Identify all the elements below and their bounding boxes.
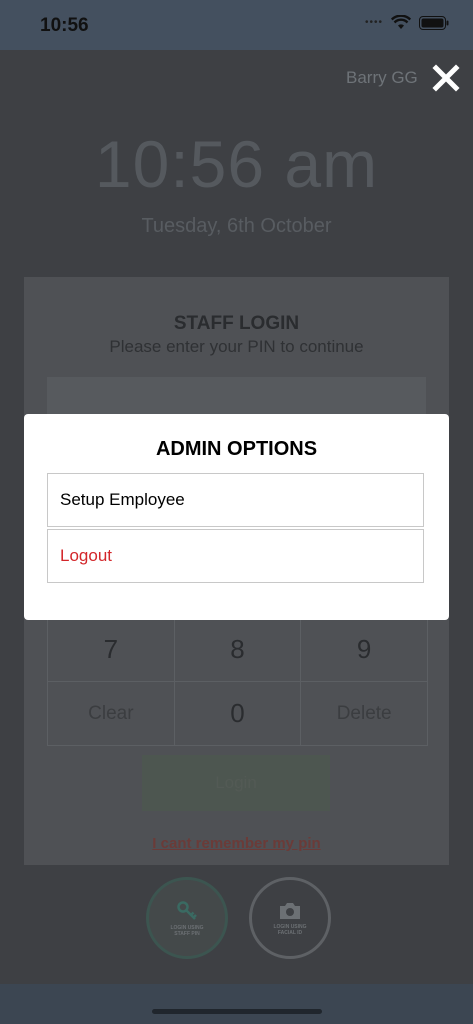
clock-date: Tuesday, 6th October xyxy=(141,215,332,237)
battery-icon xyxy=(419,15,449,30)
status-icons: •••• xyxy=(365,15,449,30)
clock-time: 10:56 am xyxy=(94,127,379,201)
status-time: 10:56 xyxy=(40,15,89,36)
camera-icon xyxy=(280,902,300,919)
login-subtitle: Please enter your PIN to continue xyxy=(109,337,364,356)
setup-employee-option[interactable]: Setup Employee xyxy=(47,473,424,527)
admin-options-modal: ADMIN OPTIONS Setup Employee Logout xyxy=(24,414,449,620)
pin-mode-label: LOGIN USING STAFF PIN xyxy=(170,924,204,937)
bottom-bar xyxy=(0,984,473,1024)
key-9[interactable]: 9 xyxy=(301,618,428,682)
key-icon xyxy=(177,900,197,920)
forgot-pin-link[interactable]: I cant remember my pin xyxy=(24,835,449,852)
keypad: 7 8 9 Clear 0 Delete xyxy=(47,617,428,746)
key-clear[interactable]: Clear xyxy=(48,682,175,746)
key-8[interactable]: 8 xyxy=(174,618,302,682)
face-mode-label: LOGIN USING FACIAL ID xyxy=(273,923,307,936)
login-button[interactable]: Login xyxy=(142,755,330,811)
close-icon[interactable] xyxy=(430,62,462,94)
modal-title: ADMIN OPTIONS xyxy=(155,438,318,460)
key-delete[interactable]: Delete xyxy=(301,682,428,746)
pin-input[interactable] xyxy=(47,377,426,417)
key-7[interactable]: 7 xyxy=(48,618,175,682)
wifi-icon xyxy=(391,15,411,29)
key-0[interactable]: 0 xyxy=(174,682,302,746)
signal-icon: •••• xyxy=(364,17,383,28)
user-name: Barry GG xyxy=(346,68,418,87)
home-indicator xyxy=(152,1009,322,1014)
login-title: STAFF LOGIN xyxy=(173,313,300,334)
login-face-mode-button[interactable]: LOGIN USING FACIAL ID xyxy=(249,877,331,959)
status-bar: 10:56 •••• xyxy=(0,0,473,50)
logout-option[interactable]: Logout xyxy=(47,529,424,583)
login-pin-mode-button[interactable]: LOGIN USING STAFF PIN xyxy=(146,877,228,959)
